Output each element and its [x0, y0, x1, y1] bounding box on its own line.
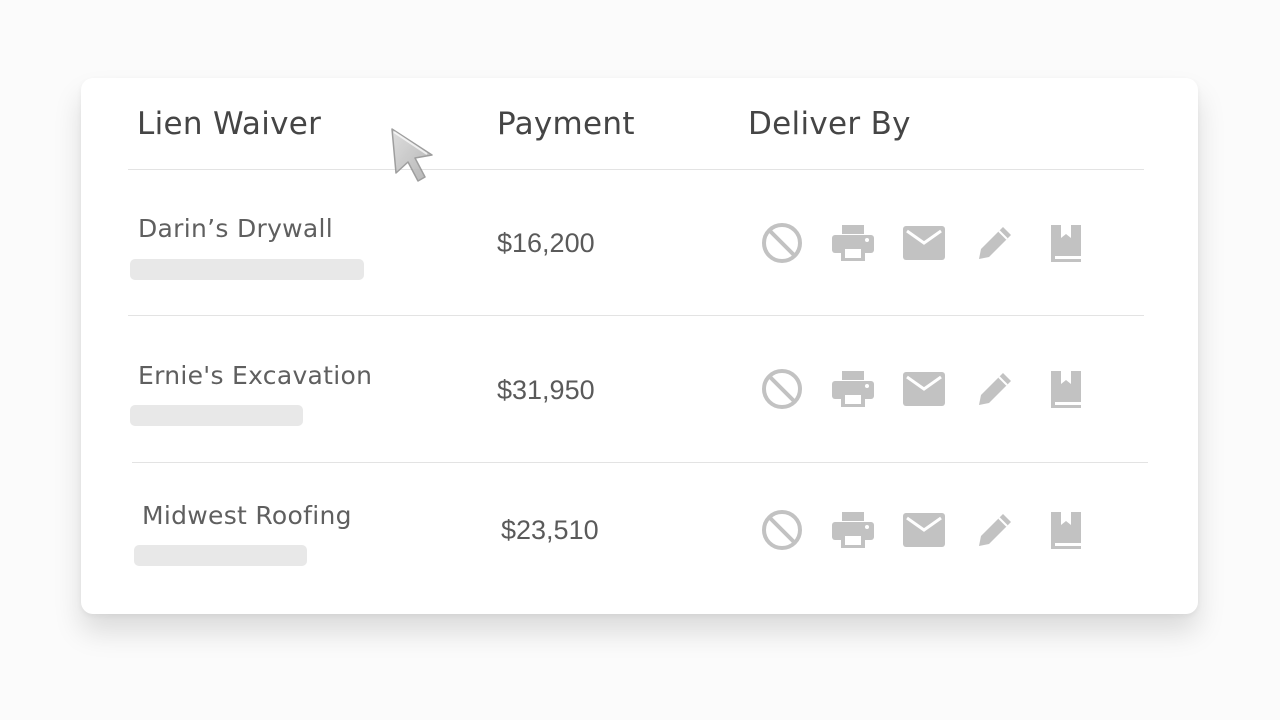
delivery-options — [746, 220, 1101, 266]
book-icon — [1049, 223, 1083, 263]
vendor-detail-placeholder — [130, 405, 303, 426]
edit-button[interactable] — [959, 220, 1030, 266]
edit-icon — [975, 369, 1015, 409]
mouse-pointer-icon — [391, 128, 433, 182]
email-button[interactable] — [888, 507, 959, 553]
book-icon — [1049, 510, 1083, 550]
header-payment: Payment — [497, 106, 635, 142]
print-icon — [831, 511, 874, 549]
vendor-name: Darin’s Drywall — [138, 214, 334, 243]
delivery-options — [746, 366, 1101, 412]
block-icon — [761, 509, 803, 551]
vendor-detail-placeholder — [134, 545, 307, 566]
do-not-deliver-button[interactable] — [746, 366, 817, 412]
edit-icon — [975, 223, 1015, 263]
lien-waiver-card: Lien Waiver Payment Deliver By Darin’s D… — [81, 78, 1198, 614]
email-button[interactable] — [888, 366, 959, 412]
payment-amount: $16,200 — [497, 228, 595, 258]
email-icon — [902, 372, 945, 406]
payment-amount: $23,510 — [501, 515, 599, 545]
document-button[interactable] — [1030, 366, 1101, 412]
table-row[interactable]: Darin’s Drywall $16,200 — [81, 170, 1198, 316]
vendor-name: Ernie's Excavation — [138, 361, 373, 390]
vendor-name: Midwest Roofing — [142, 501, 352, 530]
email-icon — [902, 226, 945, 260]
delivery-options — [746, 507, 1101, 553]
do-not-deliver-button[interactable] — [746, 220, 817, 266]
document-button[interactable] — [1030, 220, 1101, 266]
do-not-deliver-button[interactable] — [746, 507, 817, 553]
print-button[interactable] — [817, 220, 888, 266]
print-icon — [831, 370, 874, 408]
edit-icon — [975, 510, 1015, 550]
table-row[interactable]: Midwest Roofing $23,510 — [81, 463, 1198, 609]
block-icon — [761, 368, 803, 410]
edit-button[interactable] — [959, 507, 1030, 553]
header-deliver-by: Deliver By — [748, 106, 911, 142]
block-icon — [761, 222, 803, 264]
header-lien-waiver: Lien Waiver — [137, 106, 322, 142]
book-icon — [1049, 369, 1083, 409]
table-row[interactable]: Ernie's Excavation $31,950 — [81, 316, 1198, 462]
print-button[interactable] — [817, 507, 888, 553]
email-button[interactable] — [888, 220, 959, 266]
document-button[interactable] — [1030, 507, 1101, 553]
print-icon — [831, 224, 874, 262]
edit-button[interactable] — [959, 366, 1030, 412]
email-icon — [902, 513, 945, 547]
vendor-detail-placeholder — [130, 259, 364, 280]
print-button[interactable] — [817, 366, 888, 412]
payment-amount: $31,950 — [497, 375, 595, 405]
